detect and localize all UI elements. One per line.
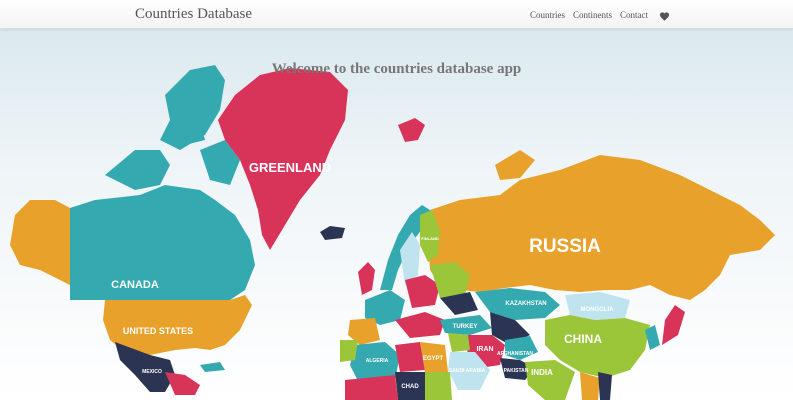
heart-icon[interactable]	[659, 9, 670, 21]
country-iraq-syria[interactable]	[448, 333, 470, 352]
label-turkey: TURKEY	[453, 324, 478, 330]
country-italy-balkans[interactable]	[395, 312, 445, 338]
country-central-america[interactable]	[165, 372, 200, 395]
label-mexico: MEXICO	[142, 369, 162, 375]
country-mali-niger[interactable]	[345, 375, 398, 400]
country-russia-arctic[interactable]	[495, 150, 535, 180]
country-japan[interactable]	[662, 305, 685, 345]
country-russia[interactable]	[428, 155, 775, 300]
country-svalbard[interactable]	[398, 118, 425, 142]
country-mongolia[interactable]	[565, 292, 630, 320]
label-finland: FINLAND	[421, 236, 439, 241]
country-libya[interactable]	[395, 342, 425, 372]
world-map: GREENLAND CANADA UNITED STATES MEXICO RU…	[10, 65, 775, 400]
nav-link-contact[interactable]: Contact	[620, 10, 648, 20]
country-sudan[interactable]	[425, 372, 452, 400]
country-uk[interactable]	[358, 262, 375, 295]
welcome-heading: Welcome to the countries database app	[271, 61, 522, 77]
nav-menu: Countries Continents Contact	[530, 9, 670, 21]
country-india[interactable]	[525, 360, 575, 400]
label-chad: CHAD	[401, 384, 419, 390]
label-russia: RUSSIA	[529, 236, 601, 257]
label-india: INDIA	[531, 368, 553, 377]
label-canada: CANADA	[111, 279, 159, 291]
label-saudi-arabia: SAUDI ARABIA	[449, 368, 486, 374]
nav-link-continents[interactable]: Continents	[573, 10, 612, 20]
label-algeria: ALGERIA	[366, 358, 389, 364]
country-iceland[interactable]	[320, 226, 345, 240]
country-canada[interactable]	[70, 65, 255, 300]
navbar: Countries Database Countries Continents …	[0, 0, 793, 29]
nav-link-countries[interactable]: Countries	[530, 10, 565, 20]
brand-link[interactable]: Countries Database	[135, 6, 252, 23]
label-greenland: GREENLAND	[249, 160, 331, 175]
label-mongolia: MONGOLIA	[581, 307, 615, 313]
label-afghanistan: AFGHANISTAN	[497, 351, 533, 357]
label-egypt: EGYPT	[423, 356, 444, 362]
label-kazakhstan: KAZAKHSTAN	[505, 301, 546, 307]
country-southeast-asia[interactable]	[580, 372, 600, 400]
country-vietnam[interactable]	[598, 372, 612, 400]
country-alaska[interactable]	[10, 200, 70, 285]
label-iran: IRAN	[476, 346, 493, 353]
hero-section: Welcome to the countries database app GR…	[0, 29, 793, 400]
label-united-states: UNITED STATES	[123, 326, 193, 336]
label-pakistan: PAKISTAN	[504, 368, 529, 374]
label-china: CHINA	[564, 332, 602, 346]
country-caribbean[interactable]	[200, 362, 225, 372]
